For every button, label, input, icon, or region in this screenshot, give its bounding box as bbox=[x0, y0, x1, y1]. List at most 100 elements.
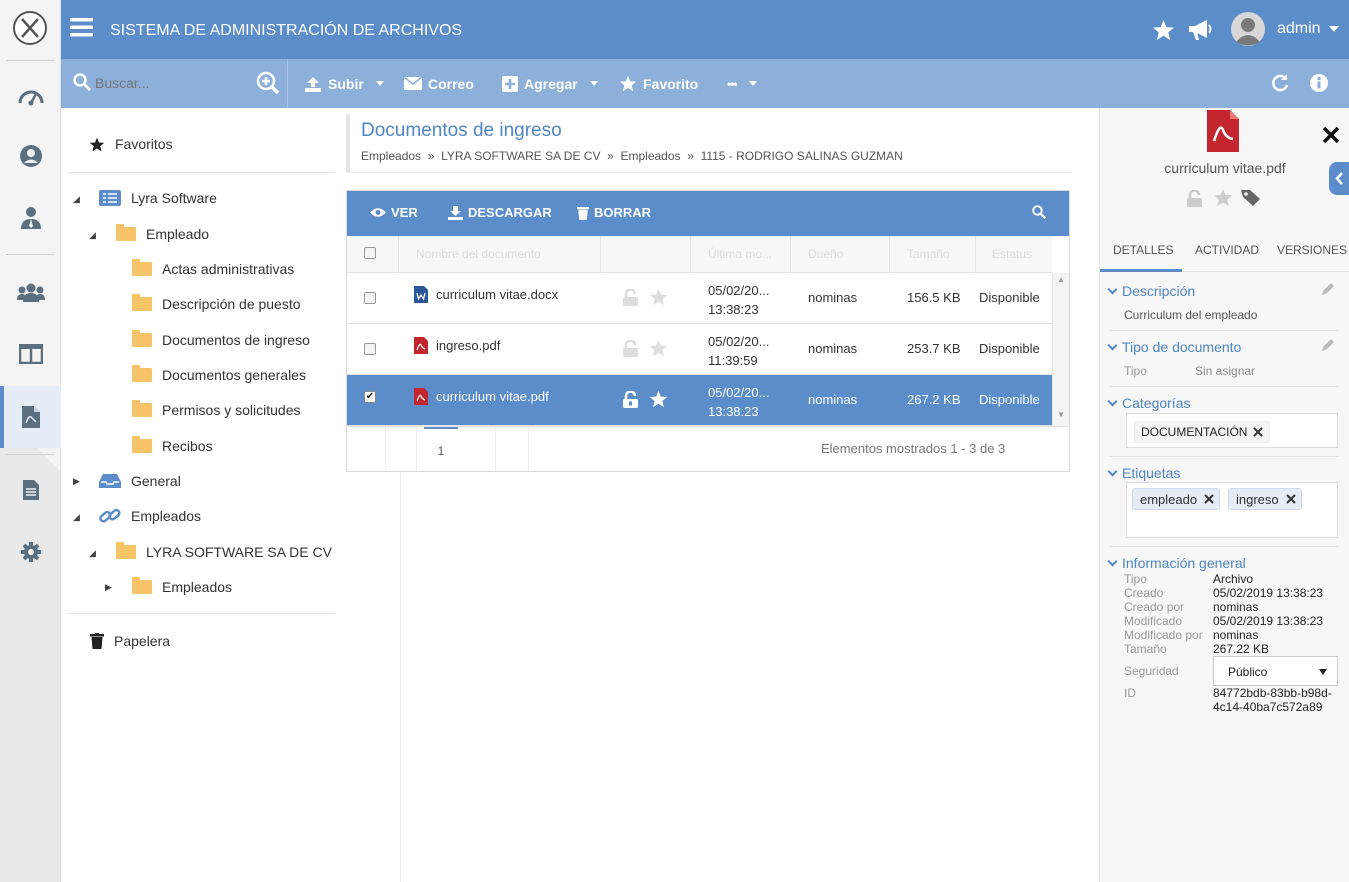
breadcrumb-item[interactable]: Empleados bbox=[620, 149, 680, 163]
megaphone-icon[interactable] bbox=[1187, 18, 1213, 42]
info-icon[interactable] bbox=[1309, 73, 1329, 93]
tree-trash[interactable]: Papelera bbox=[90, 626, 170, 656]
file-name[interactable]: curriculum vitae.pdf bbox=[436, 389, 549, 404]
tag-icon[interactable] bbox=[1241, 189, 1261, 207]
tree-node-empleados[interactable]: Empleados bbox=[99, 501, 201, 531]
section-description[interactable]: Descripción bbox=[1107, 283, 1195, 299]
star-icon[interactable] bbox=[649, 339, 668, 357]
row-checkbox[interactable] bbox=[364, 343, 376, 355]
collapse-panel-button[interactable] bbox=[1329, 162, 1349, 195]
nav-documents[interactable] bbox=[0, 386, 61, 448]
tree-node-descripcion[interactable]: Descripción de puesto bbox=[132, 289, 301, 319]
mail-button[interactable]: Correo bbox=[404, 59, 474, 108]
column-owner[interactable]: Dueño bbox=[808, 247, 843, 261]
more-button[interactable]: ••• bbox=[727, 59, 757, 108]
column-name[interactable]: Nombre del documento bbox=[416, 247, 541, 261]
tree-node-lyra-sa[interactable]: LYRA SOFTWARE SA DE CV bbox=[116, 537, 332, 567]
tree-favorites[interactable]: Favoritos bbox=[89, 129, 173, 159]
favorite-button[interactable]: Favorito bbox=[619, 59, 698, 108]
unlock-icon[interactable] bbox=[623, 340, 638, 357]
pencil-icon[interactable] bbox=[1321, 338, 1335, 352]
collapse-toggle[interactable]: ◢ bbox=[73, 194, 80, 205]
download-button[interactable]: DESCARGAR bbox=[448, 205, 552, 220]
tab-versiones[interactable]: VERSIONES bbox=[1277, 243, 1347, 257]
tree-node-recibos[interactable]: Recibos bbox=[132, 431, 213, 461]
unlock-icon[interactable] bbox=[1187, 190, 1202, 207]
star-icon[interactable] bbox=[649, 288, 668, 306]
tree-node-empleados-sub[interactable]: Empleados bbox=[132, 572, 232, 602]
tree-node-documentos-ingreso[interactable]: Documentos de ingreso bbox=[132, 325, 310, 355]
table-row-selected[interactable]: ✔ curriculum vitae.pdf 05/02/20... 13:38… bbox=[347, 375, 1052, 426]
pager-next[interactable] bbox=[462, 427, 496, 471]
upload-button[interactable]: Subir bbox=[304, 59, 384, 108]
file-name[interactable]: curriculum vitae.docx bbox=[436, 287, 558, 302]
collapse-toggle[interactable]: ◢ bbox=[89, 548, 96, 559]
tree-node-lyra-software[interactable]: Lyra Software bbox=[99, 183, 217, 213]
star-icon[interactable] bbox=[649, 390, 668, 408]
column-modified[interactable]: Última mo... bbox=[708, 247, 772, 261]
refresh-icon[interactable] bbox=[1270, 73, 1290, 93]
table-row[interactable]: curriculum vitae.docx 05/02/20... 13:38:… bbox=[347, 273, 1052, 324]
pager-page-1[interactable]: 1 bbox=[424, 427, 458, 471]
expand-toggle[interactable]: ▶ bbox=[105, 582, 112, 593]
user-menu[interactable]: admin bbox=[1277, 20, 1339, 38]
unlock-icon[interactable] bbox=[623, 289, 638, 306]
remove-icon[interactable] bbox=[1204, 494, 1214, 504]
breadcrumb-item[interactable]: Empleados bbox=[361, 149, 421, 163]
file-name[interactable]: ingreso.pdf bbox=[436, 338, 500, 353]
grid-search-icon[interactable] bbox=[1032, 205, 1046, 219]
tab-actividad[interactable]: ACTIVIDAD bbox=[1195, 243, 1259, 257]
column-status[interactable]: Estatus bbox=[992, 247, 1032, 261]
breadcrumb-item[interactable]: 1115 - RODRIGO SALINAS GUZMAN bbox=[701, 149, 903, 163]
row-checkbox[interactable] bbox=[364, 292, 376, 304]
section-general-info[interactable]: Información general bbox=[1107, 555, 1246, 571]
breadcrumb-item[interactable]: LYRA SOFTWARE SA DE CV bbox=[441, 149, 600, 163]
scroll-up-icon[interactable]: ▲ bbox=[1057, 275, 1065, 284]
nav-columns[interactable] bbox=[0, 324, 61, 384]
collapse-toggle[interactable]: ◢ bbox=[89, 230, 96, 241]
app-logo[interactable] bbox=[12, 10, 48, 46]
remove-icon[interactable] bbox=[1285, 494, 1296, 504]
pager-last[interactable] bbox=[497, 427, 529, 471]
scroll-down-icon[interactable]: ▼ bbox=[1057, 410, 1065, 419]
section-doc-type[interactable]: Tipo de documento bbox=[1107, 339, 1241, 355]
tags-box[interactable]: empleado ingreso bbox=[1126, 482, 1338, 538]
unlock-icon[interactable] bbox=[623, 391, 638, 408]
tree-node-permisos[interactable]: Permisos y solicitudes bbox=[132, 395, 301, 425]
nav-dashboard[interactable] bbox=[0, 66, 61, 126]
grid-scrollbar[interactable]: ▲ ▼ bbox=[1052, 273, 1069, 426]
collapse-toggle[interactable]: ◢ bbox=[73, 512, 80, 523]
section-tags[interactable]: Etiquetas bbox=[1107, 465, 1180, 481]
delete-button[interactable]: BORRAR bbox=[577, 205, 651, 220]
tree-node-general[interactable]: General bbox=[99, 466, 181, 496]
close-icon[interactable] bbox=[1322, 126, 1340, 144]
pager-prev[interactable] bbox=[389, 427, 417, 471]
star-icon[interactable] bbox=[1213, 188, 1233, 207]
nav-users[interactable] bbox=[0, 262, 61, 322]
select-all-checkbox[interactable] bbox=[364, 247, 376, 259]
table-row[interactable]: ingreso.pdf 05/02/20... 11:39:59 nominas… bbox=[347, 324, 1052, 375]
column-size[interactable]: Tamaño bbox=[907, 247, 950, 261]
tab-detalles[interactable]: DETALLES bbox=[1113, 243, 1173, 257]
zoom-in-icon[interactable] bbox=[256, 71, 280, 95]
row-checkbox-checked[interactable]: ✔ bbox=[364, 391, 376, 403]
section-categories[interactable]: Categorías bbox=[1107, 395, 1190, 411]
categories-box[interactable]: DOCUMENTACIÓN bbox=[1126, 413, 1338, 448]
tree-node-empleado[interactable]: Empleado bbox=[116, 219, 209, 249]
view-button[interactable]: VER bbox=[370, 205, 418, 220]
add-button[interactable]: Agregar bbox=[502, 59, 598, 108]
remove-icon[interactable] bbox=[1253, 427, 1264, 437]
tree-node-documentos-generales[interactable]: Documentos generales bbox=[132, 360, 306, 390]
avatar[interactable] bbox=[1230, 11, 1266, 47]
tree-node-actas[interactable]: Actas administrativas bbox=[132, 254, 294, 284]
search-input[interactable] bbox=[95, 71, 245, 95]
nav-reports[interactable] bbox=[0, 460, 61, 520]
pencil-icon[interactable] bbox=[1321, 282, 1335, 296]
nav-employee[interactable] bbox=[0, 188, 61, 248]
nav-settings[interactable] bbox=[0, 522, 61, 582]
pager-first[interactable] bbox=[356, 427, 386, 471]
menu-icon[interactable] bbox=[70, 18, 93, 37]
security-select[interactable]: Público bbox=[1213, 656, 1338, 686]
star-icon[interactable] bbox=[1152, 19, 1175, 41]
nav-profile[interactable] bbox=[0, 126, 61, 186]
